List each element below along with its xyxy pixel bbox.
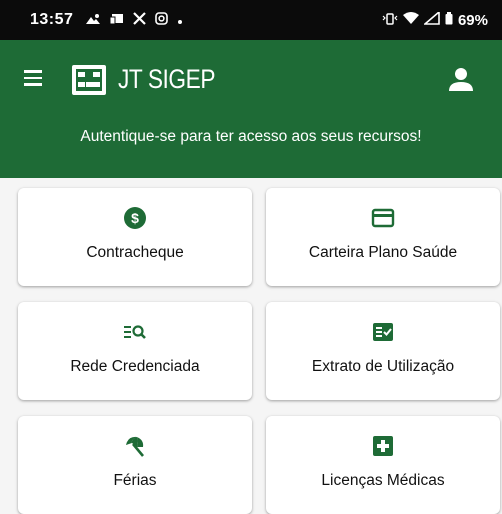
status-time: 13:57 [30,11,74,28]
instagram-icon [155,12,169,28]
menu-icon[interactable] [24,70,46,88]
card-carteira-plano-saude[interactable]: Carteira Plano Saúde [266,188,500,286]
toolbar: JT SIGEP [0,40,502,120]
x-icon [133,12,147,28]
app-bar: JT SIGEP Autentique-se para ter acesso a… [0,40,502,178]
card-label: Férias [113,472,157,489]
cast-icon [109,13,124,28]
beach-umbrella-icon [18,434,252,458]
svg-text:$: $ [131,210,139,226]
card-extrato-utilizacao[interactable]: Extrato de Utilização [266,302,500,400]
account-icon[interactable] [448,66,474,92]
status-notification-icons [85,12,183,28]
wifi-icon [402,12,419,28]
menu-grid: $ Contracheque Carteira Plano Saúde Rede… [0,178,502,514]
card-label: Licenças Médicas [321,472,445,489]
battery-percentage: 69% [457,11,488,29]
card-label: Carteira Plano Saúde [308,244,458,261]
dollar-coin-icon: $ [18,206,252,230]
signal-icon [422,10,440,28]
medical-cross-icon [266,434,500,458]
fact-check-icon [266,320,500,344]
card-label: Extrato de Utilização [311,358,455,375]
card-icon [266,206,500,230]
login-banner-text: Autentique-se para ter acesso aos seus r… [80,128,422,145]
card-rede-credenciada[interactable]: Rede Credenciada [18,302,252,400]
notification-icon [85,13,101,28]
dot-icon [177,13,183,28]
card-ferias[interactable]: Férias [18,416,252,514]
app-title: JT SIGEP [118,64,216,94]
status-system-icons: 69% [382,10,488,29]
battery-icon [445,12,453,28]
list-search-icon [18,320,252,344]
card-contracheque[interactable]: $ Contracheque [18,188,252,286]
status-bar: 13:57 69% [0,0,502,40]
card-label: Rede Credenciada [70,358,200,375]
card-label: Contracheque [86,244,184,261]
app-logo [72,65,106,95]
card-licencas-medicas[interactable]: Licenças Médicas [266,416,500,514]
vibrate-icon [382,12,398,28]
